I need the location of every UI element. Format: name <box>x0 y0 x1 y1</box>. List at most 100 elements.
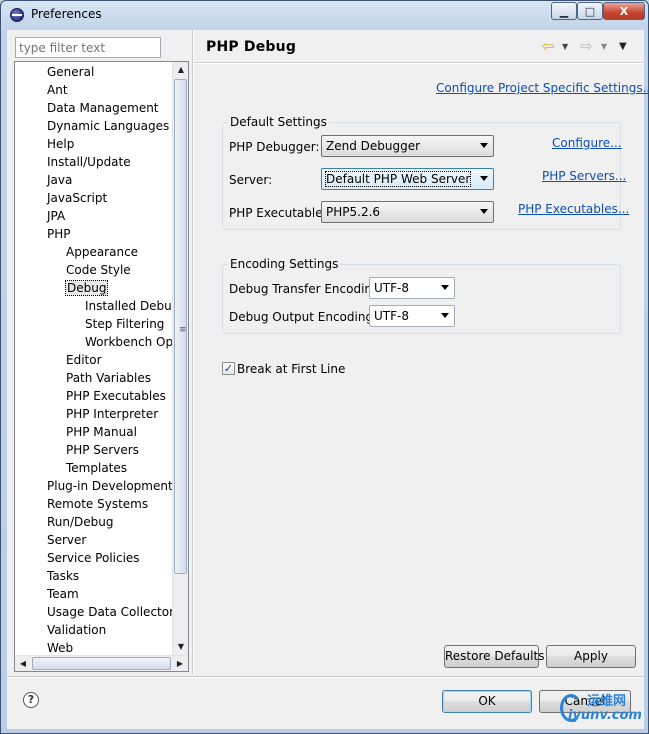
header-separator <box>194 62 644 64</box>
transfer-encoding-value: UTF-8 <box>374 281 409 295</box>
configure-debugger-link[interactable]: Configure... <box>552 136 622 150</box>
transfer-encoding-label: Debug Transfer Encoding <box>229 282 380 296</box>
tree-item-java[interactable]: Java <box>46 171 73 189</box>
chevron-down-icon <box>441 285 449 290</box>
output-encoding-select[interactable]: UTF-8 <box>369 305 455 327</box>
watermark-top-text: 运维网 <box>587 694 627 709</box>
tree-item-label: Usage Data Collector <box>47 605 175 619</box>
scroll-left-icon[interactable]: ◀ <box>15 656 31 671</box>
eclipse-icon <box>10 8 24 22</box>
tree-item-templates[interactable]: Templates <box>65 459 128 477</box>
ok-button[interactable]: OK <box>442 690 532 713</box>
configure-project-settings-link[interactable]: Configure Project Specific Settings... <box>436 81 649 95</box>
php-executable-label: PHP Executable: <box>229 206 327 220</box>
tree-item-php-servers[interactable]: PHP Servers <box>65 441 140 459</box>
title-bar[interactable]: Preferences ▁ □ X <box>1 1 648 29</box>
horizontal-scrollbar[interactable]: ◀ ▶ <box>15 655 188 671</box>
scroll-down-icon[interactable]: ▼ <box>173 639 188 655</box>
tree-item-label: Templates <box>66 461 128 475</box>
output-encoding-label: Debug Output Encoding <box>229 310 374 324</box>
back-dropdown-icon[interactable]: ▼ <box>562 42 568 51</box>
forward-arrow-icon[interactable]: ⇨ <box>580 39 596 54</box>
filter-input[interactable] <box>15 37 161 58</box>
tree-item-usage-data-collector[interactable]: Usage Data Collector <box>46 603 175 621</box>
tree-item-team[interactable]: Team <box>46 585 80 603</box>
tree-item-php-manual[interactable]: PHP Manual <box>65 423 138 441</box>
tree-item-install-update[interactable]: Install/Update <box>46 153 132 171</box>
tree-item-editor[interactable]: Editor <box>65 351 103 369</box>
php-servers-link[interactable]: PHP Servers... <box>542 169 626 183</box>
scroll-up-icon[interactable]: ▲ <box>173 62 188 78</box>
chevron-down-icon <box>480 176 488 181</box>
maximize-button[interactable]: □ <box>577 2 603 20</box>
preference-tree: General Ant Data Management Dynamic Languag… <box>14 61 189 672</box>
tree-item-php[interactable]: PHP <box>46 225 72 243</box>
tree-item-jpa[interactable]: JPA <box>46 207 66 225</box>
tree-item-tasks[interactable]: Tasks <box>46 567 80 585</box>
tree-item-php-executables[interactable]: PHP Executables <box>65 387 167 405</box>
server-select[interactable]: Default PHP Web Server <box>321 168 494 190</box>
tree-item-step-filtering[interactable]: Step Filtering <box>84 315 165 333</box>
scroll-right-icon[interactable]: ▶ <box>172 656 188 671</box>
back-arrow-icon[interactable]: ⇦ <box>542 39 558 54</box>
footer-separator <box>7 676 644 678</box>
break-first-line-checkbox[interactable]: ✓ <box>222 362 235 375</box>
tree-item-label: Code Style <box>66 263 131 277</box>
tree-item-javascript[interactable]: JavaScript <box>46 189 108 207</box>
hscroll-thumb[interactable] <box>32 657 171 670</box>
tree-item-label: PHP Interpreter <box>66 407 159 421</box>
tree-item-server[interactable]: Server <box>46 531 87 549</box>
tree-item-plug-in-development[interactable]: Plug-in Development <box>46 477 174 495</box>
output-encoding-value: UTF-8 <box>374 309 409 323</box>
tree-item-label: Step Filtering <box>85 317 165 331</box>
tree-item-label: PHP Executables <box>66 389 166 403</box>
tree-item-appearance[interactable]: Appearance <box>65 243 139 261</box>
tree-item-label: Editor <box>66 353 102 367</box>
tree-item-label: PHP Servers <box>66 443 139 457</box>
encoding-settings-title: Encoding Settings <box>228 257 341 271</box>
apply-button[interactable]: Apply <box>546 645 636 668</box>
splitter[interactable] <box>192 30 194 674</box>
tree-item-label: Data Management <box>47 101 159 115</box>
tree-item-validation[interactable]: Validation <box>46 621 107 639</box>
php-debugger-label: PHP Debugger: <box>229 140 320 154</box>
php-debugger-select[interactable]: Zend Debugger <box>321 135 494 157</box>
tree-item-general[interactable]: General <box>46 63 95 81</box>
tree-item-remote-systems[interactable]: Remote Systems <box>46 495 149 513</box>
close-button[interactable]: X <box>603 2 645 20</box>
restore-defaults-button[interactable]: Restore Defaults <box>444 645 544 668</box>
tree-item-dynamic-languages[interactable]: Dynamic Languages <box>46 117 170 135</box>
tree-item-code-style[interactable]: Code Style <box>65 261 132 279</box>
tree-item-service-policies[interactable]: Service Policies <box>46 549 141 567</box>
tree-item-label: JavaScript <box>47 191 108 205</box>
tree-item-label: Tasks <box>47 569 80 583</box>
break-first-line-label: Break at First Line <box>237 362 346 376</box>
transfer-encoding-select[interactable]: UTF-8 <box>369 277 455 299</box>
tree-item-label: Debug <box>65 280 109 296</box>
watermark-bottom-text: iyunv.com <box>568 708 642 723</box>
vertical-scrollbar[interactable]: ▲ ≡ ▼ <box>172 62 188 655</box>
tree-item-label: Team <box>47 587 79 601</box>
tree-item-path-variables[interactable]: Path Variables <box>65 369 152 387</box>
minimize-button[interactable]: ▁ <box>551 2 577 20</box>
view-menu-icon[interactable]: ▼ <box>619 41 627 52</box>
tree-item-run-debug[interactable]: Run/Debug <box>46 513 115 531</box>
help-icon[interactable]: ? <box>23 692 39 708</box>
tree-item-ant[interactable]: Ant <box>46 81 69 99</box>
scroll-thumb[interactable]: ≡ <box>174 79 187 574</box>
tree-item-data-management[interactable]: Data Management <box>46 99 160 117</box>
tree-item-debug[interactable]: Debug <box>65 279 109 297</box>
tree-item-label: Java <box>47 173 73 187</box>
forward-dropdown-icon[interactable]: ▼ <box>601 42 607 51</box>
tree-item-help[interactable]: Help <box>46 135 75 153</box>
tree-item-label: Help <box>47 137 75 151</box>
php-debugger-value: Zend Debugger <box>326 139 421 153</box>
tree-item-php-interpreter[interactable]: PHP Interpreter <box>65 405 159 423</box>
php-executables-link[interactable]: PHP Executables... <box>518 202 629 216</box>
tree-item-label: Install/Update <box>47 155 131 169</box>
tree-item-label: Remote Systems <box>47 497 149 511</box>
php-executable-select[interactable]: PHP5.2.6 <box>321 201 494 223</box>
watermark-logo: 运维网 iyunv.com <box>560 690 648 730</box>
tree-item-label: Dynamic Languages <box>47 119 170 133</box>
chevron-down-icon <box>480 209 488 214</box>
